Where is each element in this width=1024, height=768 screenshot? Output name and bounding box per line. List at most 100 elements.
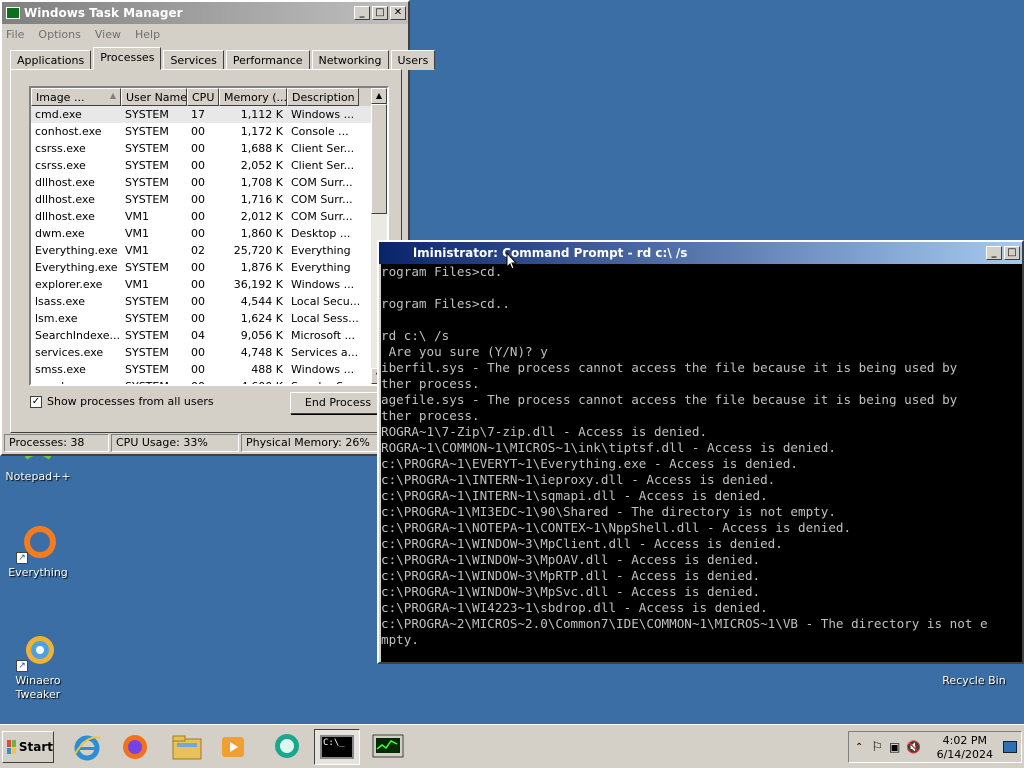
volume-muted-icon[interactable]: 🔇 <box>906 740 921 754</box>
minimize-button[interactable]: _ <box>354 6 370 20</box>
desktop-icon-recycle-bin[interactable]: Recycle Bin <box>936 664 1012 688</box>
cell-user-name: SYSTEM <box>125 295 169 308</box>
table-row[interactable]: lsm.exe SYSTEM 00 1,624 K Local Sess... <box>31 310 387 327</box>
taskbar-firefox[interactable] <box>116 729 154 765</box>
desktop-icon-label: Winaero Tweaker <box>15 674 61 701</box>
show-all-users-checkbox[interactable]: ✓ <box>30 395 42 408</box>
cell-user-name: VM1 <box>125 244 150 257</box>
column-cpu[interactable]: CPU <box>187 88 219 106</box>
cell-description: COM Surr... <box>291 210 353 223</box>
chat-bubble-icon <box>275 734 299 758</box>
maximize-button[interactable]: □ <box>1004 246 1020 260</box>
column-image-name[interactable]: Image ... ▲ <box>31 88 121 106</box>
table-row[interactable]: spoolsv.exeSYSTEM004,600 KSpooler S... <box>31 378 387 384</box>
console-output[interactable]: rogram Files>cd. rogram Files>cd.. rd c:\ … <box>381 264 1022 662</box>
table-row[interactable]: SearchIndexe... SYSTEM 04 9,056 K Microsoft … <box>31 327 387 344</box>
process-list[interactable]: Image ... ▲ User Name CPU Memory (... Des… <box>29 86 389 386</box>
command-prompt-titlebar[interactable]: lministrator: Command Prompt - rd c:\ /s… <box>379 242 1022 264</box>
cell-description: COM Surr... <box>291 193 353 206</box>
cell-image-name: spoolsv.exe <box>31 380 121 384</box>
maximize-button[interactable]: □ <box>372 6 388 20</box>
menu-view[interactable]: View <box>95 28 121 41</box>
end-process-button[interactable]: End Process <box>290 392 386 414</box>
table-row[interactable]: Everything.exe VM1 02 25,720 K Everything <box>31 242 387 259</box>
command-prompt-window[interactable]: lministrator: Command Prompt - rd c:\ /s… <box>377 240 1024 664</box>
start-button[interactable]: Start <box>2 731 54 763</box>
table-row[interactable]: cmd.exe SYSTEM 17 1,112 K Windows ... <box>31 106 387 123</box>
taskbar-media-player[interactable] <box>214 729 252 765</box>
cell-cpu: 00 <box>191 346 205 359</box>
desktop-icon-winaero-tweaker[interactable]: ↗ Winaero Tweaker <box>0 630 76 702</box>
cell-description: Everything <box>291 244 351 257</box>
cell-user-name: SYSTEM <box>125 312 169 325</box>
folder-icon <box>172 735 202 760</box>
tab-processes[interactable]: Processes <box>93 47 162 70</box>
table-row[interactable]: explorer.exe VM1 00 36,192 K Windows ... <box>31 276 387 293</box>
cell-description: Microsoft ... <box>291 329 356 342</box>
desktop-icon-everything[interactable]: ↗ Everything <box>0 522 76 580</box>
taskbar-command-prompt[interactable]: C:\_ <box>314 729 360 765</box>
console-line: c:\PROGRA~1\WINDOW~3\MpOAV.dll - Access … <box>381 552 761 567</box>
cell-description: Services a... <box>291 346 359 359</box>
table-row[interactable]: lsass.exe SYSTEM 00 4,544 K Local Secu... <box>31 293 387 310</box>
network-icon[interactable]: ▣ <box>889 740 900 754</box>
show-desktop-icon[interactable] <box>1003 741 1017 753</box>
tab-users[interactable]: Users <box>390 50 436 70</box>
column-memory[interactable]: Memory (... <box>219 88 287 106</box>
console-line: rd c:\ /s <box>381 328 450 343</box>
task-manager-window[interactable]: Windows Task Manager _ □ ✕ File Options … <box>0 0 436 456</box>
table-row[interactable]: dllhost.exe SYSTEM 00 1,716 K COM Surr... <box>31 191 387 208</box>
minimize-button[interactable]: _ <box>986 246 1002 260</box>
taskbar-explorer[interactable] <box>168 729 206 765</box>
cell-memory: 2,052 K <box>240 159 283 172</box>
column-user-name[interactable]: User Name <box>121 88 187 106</box>
scrollbar-thumb[interactable] <box>371 104 387 214</box>
tab-networking[interactable]: Networking <box>311 50 389 70</box>
show-all-users-option[interactable]: ✓ Show processes from all users <box>30 395 214 408</box>
cell-cpu: 00 <box>191 312 205 325</box>
table-row[interactable]: conhost.exe SYSTEM 00 1,172 K Console ... <box>31 123 387 140</box>
cell-user-name: VM1 <box>125 278 150 291</box>
menu-options[interactable]: Options <box>38 28 80 41</box>
cell-memory: 1,876 K <box>240 261 283 274</box>
table-row[interactable]: csrss.exe SYSTEM 00 2,052 K Client Ser... <box>31 157 387 174</box>
taskbar-task-manager[interactable] <box>366 729 410 765</box>
tab-performance[interactable]: Performance <box>225 50 310 70</box>
clock[interactable]: 4:02 PM 6/14/2024 <box>937 734 993 762</box>
tab-services[interactable]: Services <box>163 50 224 70</box>
cell-description: Windows ... <box>291 363 355 376</box>
close-button[interactable]: ✕ <box>390 6 406 20</box>
cell-cpu: 17 <box>191 108 205 121</box>
cell-image-name: csrss.exe <box>35 159 86 172</box>
firefox-icon <box>123 735 147 759</box>
action-center-flag-icon[interactable]: ⚐ <box>871 740 883 755</box>
windows-logo-icon <box>7 740 16 754</box>
table-row[interactable]: Everything.exe SYSTEM 00 1,876 K Everything <box>31 259 387 276</box>
taskbar-chat-app[interactable] <box>268 729 306 765</box>
cell-description: Console ... <box>291 125 349 138</box>
scroll-up-arrow-icon[interactable]: ▲ <box>371 88 387 104</box>
show-hidden-icons-icon[interactable]: ⌃ <box>855 742 863 753</box>
cell-user-name: VM1 <box>125 210 150 223</box>
table-row[interactable]: dllhost.exe SYSTEM 00 1,708 K COM Surr... <box>31 174 387 191</box>
console-line: mpty. <box>381 632 419 647</box>
internet-explorer-icon <box>74 735 101 761</box>
taskbar-internet-explorer[interactable] <box>68 729 106 765</box>
console-line: c:\PROGRA~1\INTERN~1\ieproxy.dll - Acces… <box>381 472 776 487</box>
menu-help[interactable]: Help <box>135 28 160 41</box>
table-row[interactable]: services.exe SYSTEM 00 4,748 K Services a... <box>31 344 387 361</box>
cell-image-name: dllhost.exe <box>35 176 95 189</box>
tab-applications[interactable]: Applications <box>10 50 92 70</box>
console-line: ther process. <box>381 408 480 423</box>
task-manager-titlebar[interactable]: Windows Task Manager _ □ ✕ <box>2 2 408 24</box>
process-list-header: Image ... ▲ User Name CPU Memory (... Des… <box>31 88 387 106</box>
clock-time: 4:02 PM <box>942 734 987 747</box>
table-row[interactable]: dllhost.exe VM1 00 2,012 K COM Surr... <box>31 208 387 225</box>
table-row[interactable]: dwm.exe VM1 00 1,860 K Desktop ... <box>31 225 387 242</box>
table-row[interactable]: csrss.exe SYSTEM 00 1,688 K Client Ser... <box>31 140 387 157</box>
column-description[interactable]: Description <box>287 88 359 106</box>
cell-user-name: SYSTEM <box>125 176 169 189</box>
table-row[interactable]: smss.exe SYSTEM 00 488 K Windows ... <box>31 361 387 378</box>
menu-file[interactable]: File <box>6 28 24 41</box>
